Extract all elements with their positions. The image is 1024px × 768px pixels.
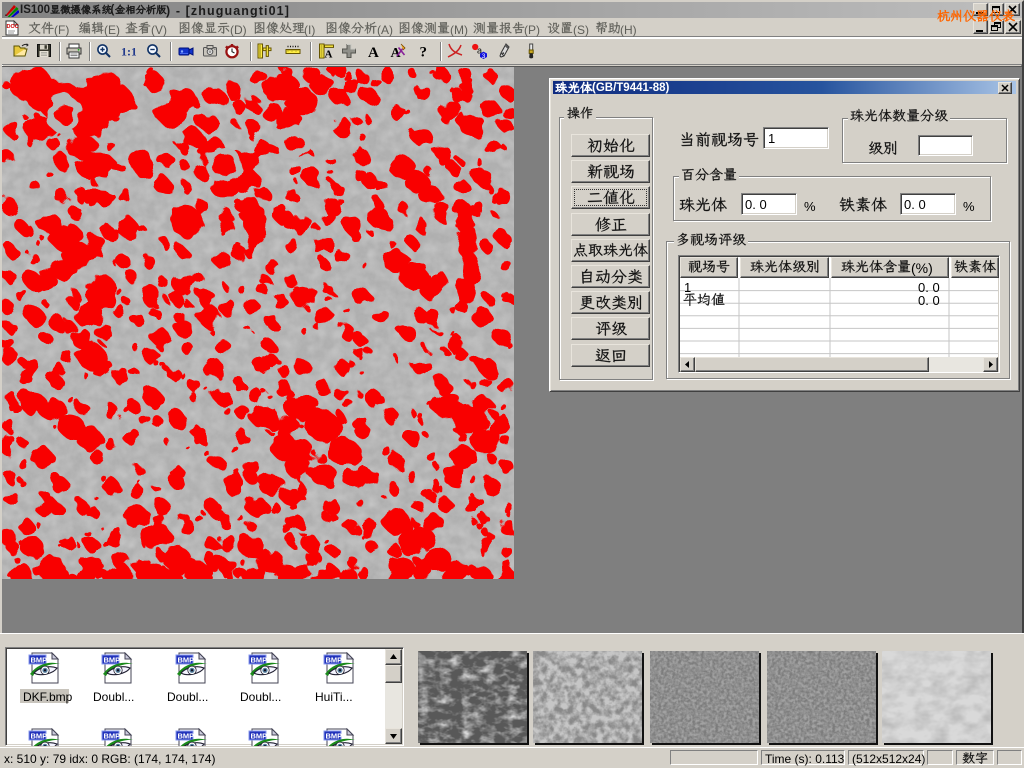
svg-text:BMP: BMP xyxy=(251,732,268,741)
svg-text:3: 3 xyxy=(482,53,486,59)
svg-text:BMP: BMP xyxy=(178,732,195,741)
svg-text:BMP: BMP xyxy=(251,656,268,665)
svg-text:BMP: BMP xyxy=(31,732,48,741)
svg-text:BMP: BMP xyxy=(31,656,48,665)
svg-text:A: A xyxy=(325,49,333,60)
svg-text:BMP: BMP xyxy=(326,732,343,741)
svg-text:1:1: 1:1 xyxy=(121,45,136,59)
svg-text:BMP: BMP xyxy=(104,732,121,741)
svg-text:BMP: BMP xyxy=(104,656,121,665)
svg-text:BMP: BMP xyxy=(326,656,343,665)
svg-text:DOC: DOC xyxy=(7,24,19,30)
svg-text:A: A xyxy=(368,45,379,59)
svg-text:BMP: BMP xyxy=(178,656,195,665)
svg-text:?: ? xyxy=(420,45,428,60)
